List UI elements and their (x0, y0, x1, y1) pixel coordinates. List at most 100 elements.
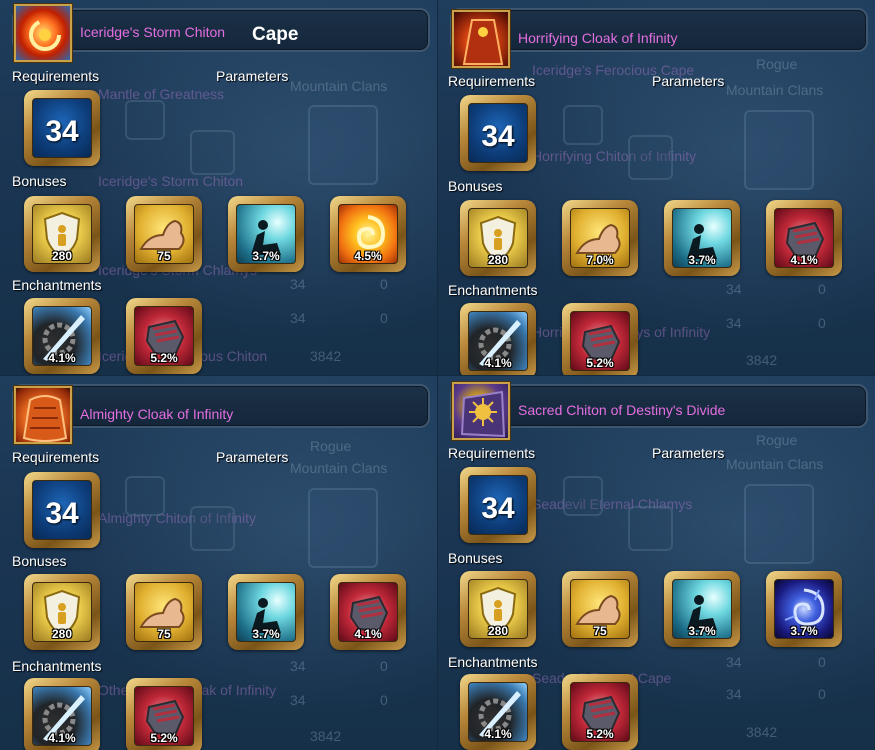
item-name: Sacred Chiton of Destiny's Divide (518, 402, 726, 418)
bg-stat-text: 0 (380, 310, 388, 326)
item-name: Almighty Cloak of Infinity (80, 406, 234, 422)
bg-total-text: 3842 (746, 724, 778, 740)
bg-faction-text: Mountain Clans (726, 82, 824, 98)
level-requirement-slot[interactable]: 34 (24, 90, 100, 166)
bg-class-text: Rogue (310, 438, 352, 454)
bonus-value: 3.7% (790, 624, 818, 638)
bg-stat-text: 34 (290, 310, 306, 326)
bg-stat-text: 34 (290, 658, 306, 674)
bonus-value: 280 (51, 249, 73, 263)
bonus-slot[interactable]: 75 (126, 196, 202, 272)
bg-slot (563, 476, 603, 516)
level-value: 34 (481, 120, 515, 153)
enchantment-value: 4.1% (484, 356, 512, 370)
bonus-value: 3.7% (252, 627, 280, 641)
enchantment-slot[interactable]: 5.2% (126, 298, 202, 374)
bonus-slot[interactable]: 3.7% (766, 571, 842, 647)
bonus-slot[interactable]: 4.1% (766, 200, 842, 276)
enchantment-slot[interactable]: 4.1% (460, 303, 536, 375)
bonus-slot[interactable]: 7.0% (562, 200, 638, 276)
bg-slot (190, 506, 235, 551)
bg-stat-text: 0 (818, 315, 826, 331)
bonuses-label: Bonuses (448, 178, 503, 194)
item-name: Horrifying Cloak of Infinity (518, 30, 678, 46)
bonus-value: 4.1% (790, 253, 818, 267)
parameters-label: Parameters (216, 449, 289, 465)
bonus-slot[interactable]: 4.5% (330, 196, 406, 272)
bg-slot (628, 506, 673, 551)
enchantment-slot[interactable]: 4.1% (24, 298, 100, 374)
bonus-value: 75 (157, 249, 171, 263)
bg-faction-text: Mountain Clans (726, 456, 824, 472)
bonus-slot[interactable]: 280 (24, 196, 100, 272)
bg-faction-text: Mountain Clans (290, 460, 388, 476)
bg-character-figure (308, 488, 378, 568)
item-tooltip-panel: Rogue Mountain Clans Almighty Chiton of … (0, 376, 437, 750)
bg-slot (628, 135, 673, 180)
level-requirement-slot[interactable]: 34 (24, 472, 100, 548)
enchantment-value: 4.1% (48, 731, 76, 745)
level-requirement-slot[interactable]: 34 (460, 467, 536, 543)
bg-faction-text: Mountain Clans (290, 78, 388, 94)
enchantment-value: 4.1% (48, 351, 76, 365)
bg-character-figure (744, 484, 814, 564)
bg-stat-text: 34 (290, 692, 306, 708)
bg-total-text: 3842 (746, 352, 778, 368)
bonuses-label: Bonuses (448, 550, 503, 566)
bonus-value: 4.5% (354, 249, 382, 263)
bg-stat-text: 0 (380, 658, 388, 674)
enchantments-label: Enchantments (448, 654, 538, 670)
bonus-slot[interactable]: 3.7% (228, 196, 304, 272)
bonus-value: 75 (593, 624, 607, 638)
fireball-icon[interactable] (14, 4, 72, 62)
bg-slot (125, 100, 165, 140)
enchantment-slot[interactable]: 4.1% (24, 678, 100, 750)
enchantment-value: 5.2% (150, 731, 178, 745)
bg-stat-text: 0 (818, 686, 826, 702)
enchantment-slot[interactable]: 5.2% (562, 303, 638, 375)
enchantment-value: 4.1% (484, 727, 512, 741)
level-value: 34 (45, 115, 79, 148)
bonus-slot[interactable]: 75 (562, 571, 638, 647)
requirements-label: Requirements (12, 68, 100, 84)
bonus-slot[interactable]: 4.1% (330, 574, 406, 650)
bg-item-line: Iceridge's Storm Chiton (98, 173, 244, 189)
requirements-label: Requirements (448, 445, 536, 461)
enchantment-value: 5.2% (586, 356, 614, 370)
item-tooltip-panel: Rogue Mountain Clans Iceridge's Ferociou… (438, 0, 875, 375)
item-name: Iceridge's Storm Chiton (80, 24, 226, 40)
parameters-label: Parameters (652, 445, 725, 461)
bonuses-label: Bonuses (12, 173, 67, 189)
bonus-slot[interactable]: 280 (460, 200, 536, 276)
bonus-value: 3.7% (688, 624, 716, 638)
level-value: 34 (481, 492, 515, 525)
bonus-slot[interactable]: 75 (126, 574, 202, 650)
bonus-value: 7.0% (586, 253, 614, 267)
bonus-slot[interactable]: 280 (24, 574, 100, 650)
red-cloak-icon[interactable] (452, 10, 510, 68)
enchantment-slot[interactable]: 4.1% (460, 674, 536, 750)
bg-stat-text: 0 (818, 281, 826, 297)
bg-class-text: Rogue (756, 432, 798, 448)
bg-slot (125, 476, 165, 516)
bonus-value: 3.7% (688, 253, 716, 267)
bonus-value: 3.7% (252, 249, 280, 263)
bonus-slot[interactable]: 3.7% (664, 200, 740, 276)
level-value: 34 (45, 497, 79, 530)
bg-stat-text: 0 (380, 276, 388, 292)
purple-chiton-icon[interactable] (452, 382, 510, 440)
orange-cloak-icon[interactable] (14, 386, 72, 444)
bg-stat-text: 34 (726, 281, 742, 297)
level-requirement-slot[interactable]: 34 (460, 95, 536, 171)
enchantment-slot[interactable]: 5.2% (126, 678, 202, 750)
bonus-slot[interactable]: 280 (460, 571, 536, 647)
bonus-slot[interactable]: 3.7% (664, 571, 740, 647)
bonuses-label: Bonuses (12, 553, 67, 569)
enchantment-value: 5.2% (586, 727, 614, 741)
requirements-label: Requirements (12, 449, 100, 465)
bonus-value: 280 (51, 627, 73, 641)
bonus-slot[interactable]: 3.7% (228, 574, 304, 650)
enchantment-slot[interactable]: 5.2% (562, 674, 638, 750)
bg-stat-text: 0 (818, 654, 826, 670)
enchantments-label: Enchantments (12, 658, 102, 674)
